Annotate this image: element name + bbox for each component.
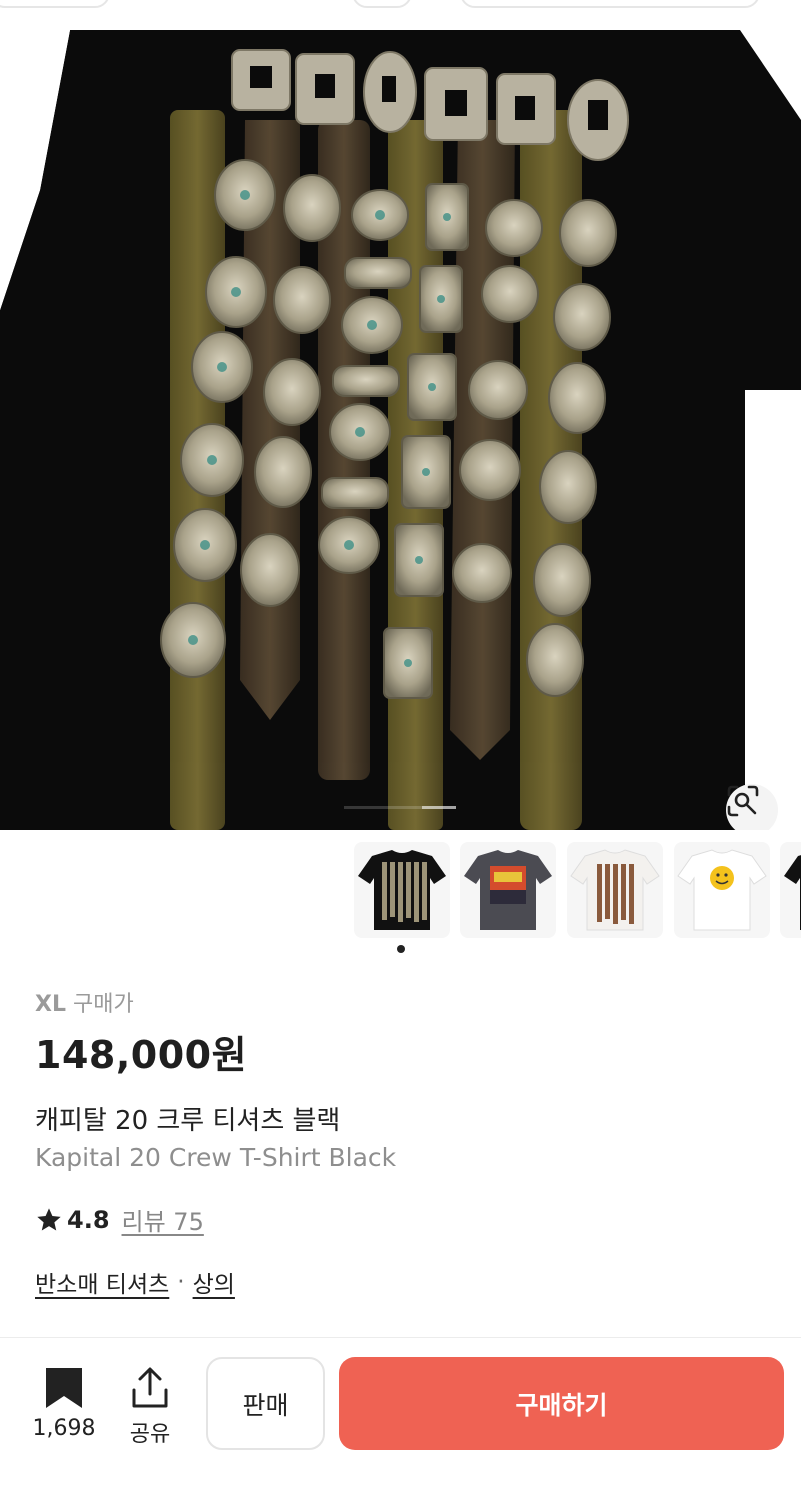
product-hero-image[interactable] [0, 30, 801, 830]
image-search-button[interactable] [726, 784, 778, 830]
tshirt-illustration [0, 30, 801, 830]
image-search-icon [727, 785, 759, 817]
thumbnail-white-tee-belts[interactable] [567, 842, 663, 938]
back-button[interactable] [0, 0, 110, 8]
category-link-short-sleeve-tshirt[interactable]: 반소매 티셔츠 [35, 1265, 169, 1299]
thumbnail-page-dot [397, 945, 405, 953]
thumbnail-more[interactable] [780, 842, 801, 938]
category-separator: · [177, 1269, 185, 1295]
bookmark-button[interactable]: 1,698 [30, 1366, 98, 1441]
category-breadcrumb: 반소매 티셔츠 · 상의 [35, 1265, 235, 1299]
bottom-bar-divider [0, 1337, 801, 1338]
rating-score: 4.8 [67, 1205, 110, 1234]
buy-button[interactable]: 구매하기 [339, 1357, 784, 1450]
review-link[interactable]: 리뷰 75 [122, 1202, 204, 1237]
category-link-tops[interactable]: 상의 [193, 1265, 235, 1299]
product-name-korean: 캐피탈 20 크루 티셔츠 블랙 [35, 1106, 341, 1136]
size-value: XL [35, 992, 66, 1017]
product-price: 148,000원 [35, 1033, 248, 1077]
thumbnail-strip[interactable] [0, 840, 801, 940]
star-icon [37, 1207, 61, 1230]
bookmark-count: 1,698 [32, 1416, 96, 1441]
size-price-label: XL 구매가 [35, 986, 134, 1018]
product-name-english: Kapital 20 Crew T-Shirt Black [35, 1143, 397, 1172]
thumbnail-grey-tee-print[interactable] [460, 842, 556, 938]
hero-scroll-indicator [344, 806, 456, 809]
rating-row: 4.8 리뷰 75 [35, 1202, 204, 1237]
top-bar [0, 0, 801, 30]
share-label: 공유 [129, 1422, 171, 1447]
top-icon-button[interactable] [352, 0, 412, 8]
bookmark-icon [46, 1368, 82, 1408]
price-type-label: 구매가 [72, 992, 134, 1017]
search-bar[interactable] [460, 0, 760, 8]
sell-button[interactable]: 판매 [206, 1357, 325, 1450]
share-button[interactable]: 공유 [120, 1366, 180, 1448]
share-icon [132, 1367, 168, 1408]
thumbnail-white-tee-smiley[interactable] [674, 842, 770, 938]
thumbnail-black-tee-belts[interactable] [354, 842, 450, 938]
